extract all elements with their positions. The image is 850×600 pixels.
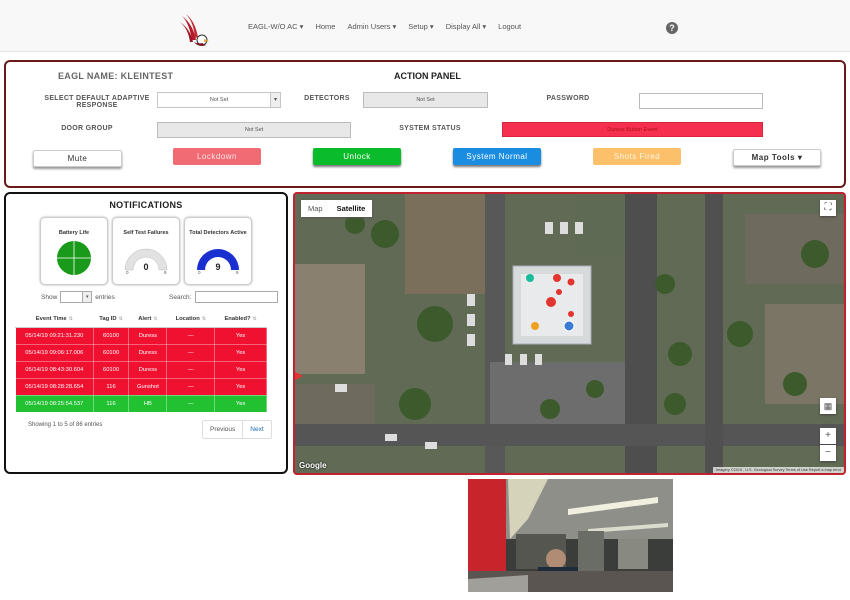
chevron-down-icon: ▾	[270, 93, 280, 107]
gauge-min: 0	[198, 270, 201, 275]
gauge-arc	[124, 248, 168, 271]
default-response-label: SELECT DEFAULT ADAPTIVE RESPONSE	[44, 95, 150, 109]
column-header-event-time[interactable]: Event Time ⇅	[15, 311, 94, 328]
entries-select[interactable]: ▾	[60, 291, 93, 303]
search-input[interactable]	[195, 291, 279, 303]
table-row[interactable]: 05/14/19 08:25:54.537 116 HB — Yes	[15, 394, 267, 413]
eagl-name-label: EAGL NAME: KLEINTEST	[58, 71, 174, 81]
events-table: Event Time ⇅ Tag ID ⇅ Alert ⇅ Location ⇅ Ena…	[15, 311, 267, 413]
detectors-field[interactable]: Not Set	[363, 92, 488, 108]
eagle-logo-icon[interactable]	[178, 12, 212, 48]
self-test-failures-gauge: Self Test Failures 0 0 9	[112, 217, 180, 285]
next-button[interactable]: Next	[242, 421, 270, 438]
nav-home[interactable]: Home	[315, 22, 335, 31]
default-response-select[interactable]: Not Set ▾	[157, 92, 281, 108]
top-navbar: EAGL-W/O AC ▾ Home Admin Users ▾ Setup ▾…	[0, 0, 850, 52]
gauge-min: 0	[126, 270, 129, 275]
table-row[interactable]: 05/14/19 09:06:17.006 60100 Duress — Yes	[15, 343, 267, 362]
show-entries: Show ▾ entries	[41, 291, 115, 303]
door-group-label: DOOR GROUP	[61, 125, 113, 132]
previous-button[interactable]: Previous	[203, 421, 242, 438]
action-panel: EAGL NAME: KLEINTEST ACTION PANEL SELECT…	[4, 60, 846, 188]
tab-map[interactable]: Map	[301, 200, 330, 217]
password-field[interactable]	[639, 93, 763, 109]
zoom-in-button[interactable]: +	[820, 428, 836, 444]
google-logo: Google	[299, 461, 327, 470]
column-header-enabled[interactable]: Enabled? ⇅	[214, 311, 267, 328]
fullscreen-icon[interactable]: ⛶	[820, 200, 836, 216]
gauge-max: 9	[164, 270, 167, 275]
system-normal-button[interactable]: System Normal	[453, 148, 541, 165]
tab-satellite[interactable]: Satellite	[330, 200, 373, 217]
gauge-arc	[197, 249, 239, 270]
mute-button[interactable]: Mute	[33, 150, 122, 167]
shots-fired-button[interactable]: Shots Fired	[593, 148, 681, 165]
zoom-out-button[interactable]: −	[820, 445, 836, 461]
system-status-label: SYSTEM STATUS	[399, 125, 461, 132]
map-attribution: Imagery ©2019 , U.S. Geological Survey T…	[713, 467, 844, 473]
question-circle-icon[interactable]: ?	[666, 22, 678, 34]
camera-image	[468, 479, 673, 592]
chevron-down-icon: ▾	[82, 292, 92, 302]
table-row[interactable]: 05/14/19 08:43:30.604 60100 Duress — Yes	[15, 360, 267, 379]
battery-pie-icon	[57, 241, 91, 275]
notifications-panel: NOTIFICATIONS Battery Life Self Test Fai…	[4, 192, 288, 474]
satellite-imagery	[295, 194, 844, 473]
column-header-alert[interactable]: Alert ⇅	[128, 311, 167, 328]
table-row[interactable]: 05/14/19 09:21:31.230 60100 Duress — Yes	[15, 326, 267, 345]
nav-setup-dropdown[interactable]: Setup ▾	[408, 22, 433, 31]
column-header-location[interactable]: Location ⇅	[166, 311, 215, 328]
nav-admin-users-dropdown[interactable]: Admin Users ▾	[347, 22, 396, 31]
system-status-value: Duress Button Event	[502, 122, 763, 137]
map-tools-button[interactable]: Map Tools ▾	[733, 149, 821, 166]
nav-display-all-dropdown[interactable]: Display All ▾	[446, 22, 486, 31]
nav-eagl-dropdown[interactable]: EAGL-W/O AC ▾	[248, 22, 303, 31]
satellite-map[interactable]: Map Satellite ⛶ ▦ + − Google Imagery ©20…	[293, 192, 846, 475]
detectors-label: DETECTORS	[304, 95, 350, 102]
table-search: Search:	[169, 291, 279, 303]
camera-feed[interactable]	[468, 479, 673, 592]
nav-logout[interactable]: Logout	[498, 22, 521, 31]
action-panel-title: ACTION PANEL	[394, 71, 461, 81]
password-label: PASSWORD	[546, 95, 590, 102]
grid-view-icon[interactable]: ▦	[820, 398, 836, 414]
showing-entries-text: Showing 1 to 5 of 86 entries	[28, 422, 103, 428]
column-header-tag-id[interactable]: Tag ID ⇅	[93, 311, 129, 328]
gauge-max: 9	[236, 270, 239, 275]
unlock-button[interactable]: Unlock	[313, 148, 401, 165]
notifications-title: NOTIFICATIONS	[109, 200, 183, 210]
map-type-tabs: Map Satellite	[301, 200, 373, 217]
lockdown-button[interactable]: Lockdown	[173, 148, 261, 165]
total-detectors-gauge: Total Detectors Active 9 0 9	[184, 217, 252, 285]
table-row[interactable]: 05/14/19 08:28:28.654 116 Gunshot — Yes	[15, 377, 267, 396]
gauge-value: 9	[215, 262, 221, 272]
nav-menu: EAGL-W/O AC ▾ Home Admin Users ▾ Setup ▾…	[248, 22, 533, 31]
pagination: Previous Next	[202, 420, 272, 439]
door-group-field[interactable]: Not Set	[157, 122, 351, 138]
battery-life-gauge: Battery Life	[40, 217, 108, 285]
gauge-value: 0	[143, 262, 149, 272]
